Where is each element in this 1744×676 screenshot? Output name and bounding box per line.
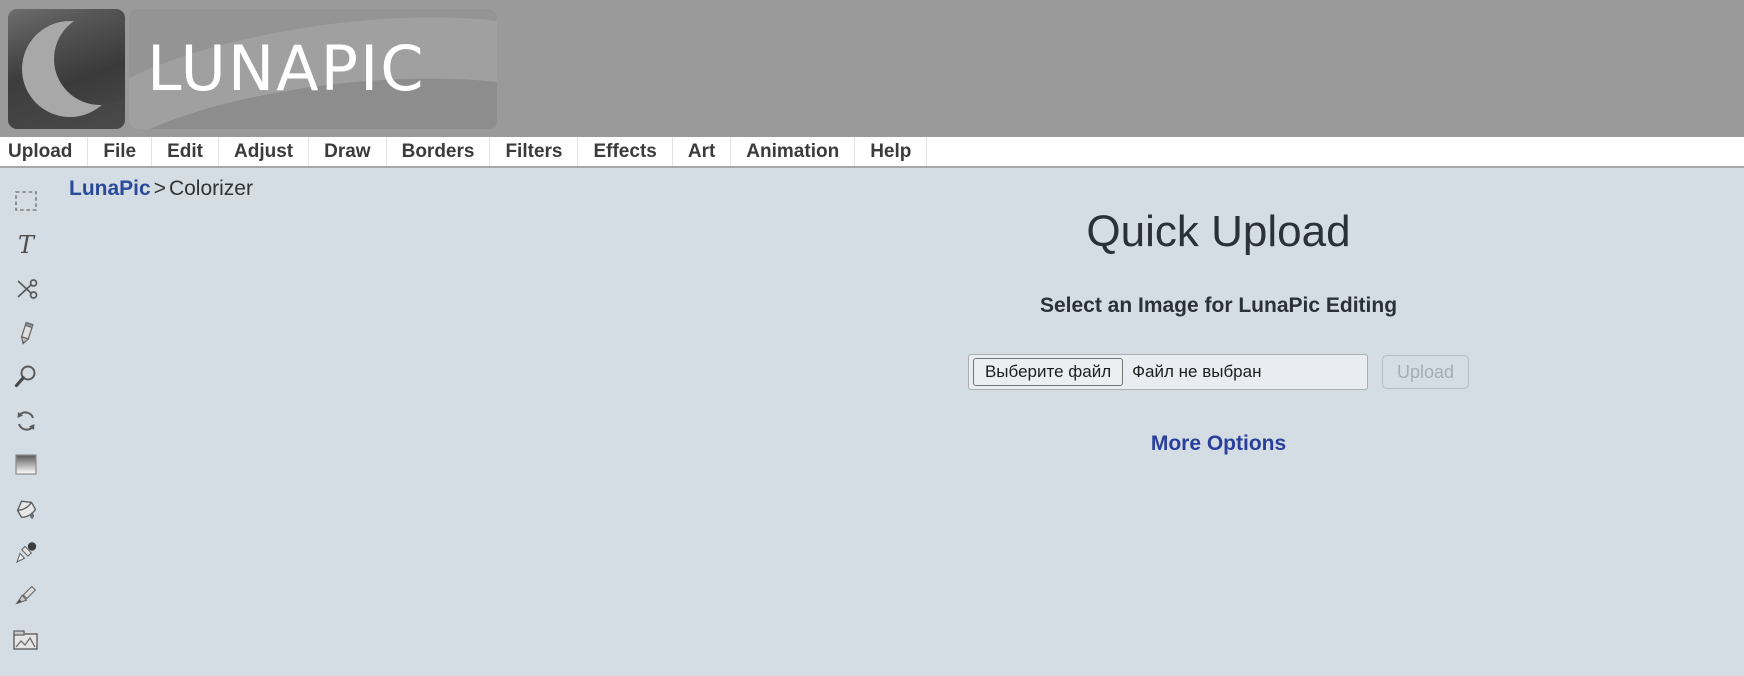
breadcrumb-current-colorizer: Colorizer <box>168 177 253 200</box>
menu-item-file[interactable]: File <box>88 137 153 166</box>
svg-text:T: T <box>17 232 35 258</box>
menu-item-animation[interactable]: Animation <box>731 137 856 166</box>
menu-item-upload[interactable]: Upload <box>0 137 89 166</box>
quick-upload-panel: Quick Upload Select an Image for LunaPic… <box>771 207 1666 456</box>
paint-bucket-icon[interactable] <box>4 487 48 531</box>
menu-item-borders[interactable]: Borders <box>387 137 491 166</box>
page-title: Quick Upload <box>1086 207 1351 256</box>
lunapic-logo[interactable]: LUNAPIC <box>8 9 497 129</box>
more-options-link[interactable]: More Options <box>1151 432 1286 456</box>
main-content: LunaPic > Colorizer Quick Upload Select an… <box>51 169 1744 676</box>
pencil-icon[interactable] <box>4 311 48 355</box>
magnifier-icon[interactable] <box>4 355 48 399</box>
selection-marquee-icon[interactable] <box>4 179 48 223</box>
upload-control-row: Выберите файл Файл не выбран Upload <box>771 354 1666 390</box>
rotate-icon[interactable] <box>4 399 48 443</box>
file-input[interactable]: Выберите файл Файл не выбран <box>967 354 1368 390</box>
menu-item-art[interactable]: Art <box>673 137 732 166</box>
menu-item-effects[interactable]: Effects <box>578 137 673 166</box>
logo-wordmark-text: LUNAPIC <box>147 32 426 105</box>
upload-subtitle: Select an Image for LunaPic Editing <box>1039 294 1398 317</box>
breadcrumb-separator: > <box>153 177 166 200</box>
menu-item-filters[interactable]: Filters <box>490 137 579 166</box>
left-tool-palette: T <box>0 169 51 676</box>
menu-item-draw[interactable]: Draw <box>309 137 387 166</box>
header-band: LUNAPIC <box>0 0 1744 137</box>
frame-icon[interactable] <box>4 619 48 663</box>
breadcrumb-link-lunapic[interactable]: LunaPic <box>69 177 151 200</box>
choose-file-button[interactable]: Выберите файл <box>972 358 1124 386</box>
paintbrush-icon[interactable] <box>4 575 48 619</box>
file-status-label: Файл не выбран <box>1132 362 1262 381</box>
main-menubar: Upload File Edit Adjust Draw Borders Fil… <box>0 137 1744 168</box>
breadcrumb: LunaPic > Colorizer <box>69 177 253 201</box>
eyedropper-icon[interactable] <box>4 531 48 575</box>
menu-item-edit[interactable]: Edit <box>152 137 220 166</box>
gradient-icon[interactable] <box>4 443 48 487</box>
logo-wordmark-plate: LUNAPIC <box>129 9 497 129</box>
crescent-moon-icon <box>8 9 125 129</box>
upload-button[interactable]: Upload <box>1381 355 1470 389</box>
menu-item-adjust[interactable]: Adjust <box>219 137 310 166</box>
scissors-icon[interactable] <box>4 267 48 311</box>
menu-item-help[interactable]: Help <box>855 137 928 166</box>
text-tool-icon[interactable]: T <box>4 223 48 267</box>
